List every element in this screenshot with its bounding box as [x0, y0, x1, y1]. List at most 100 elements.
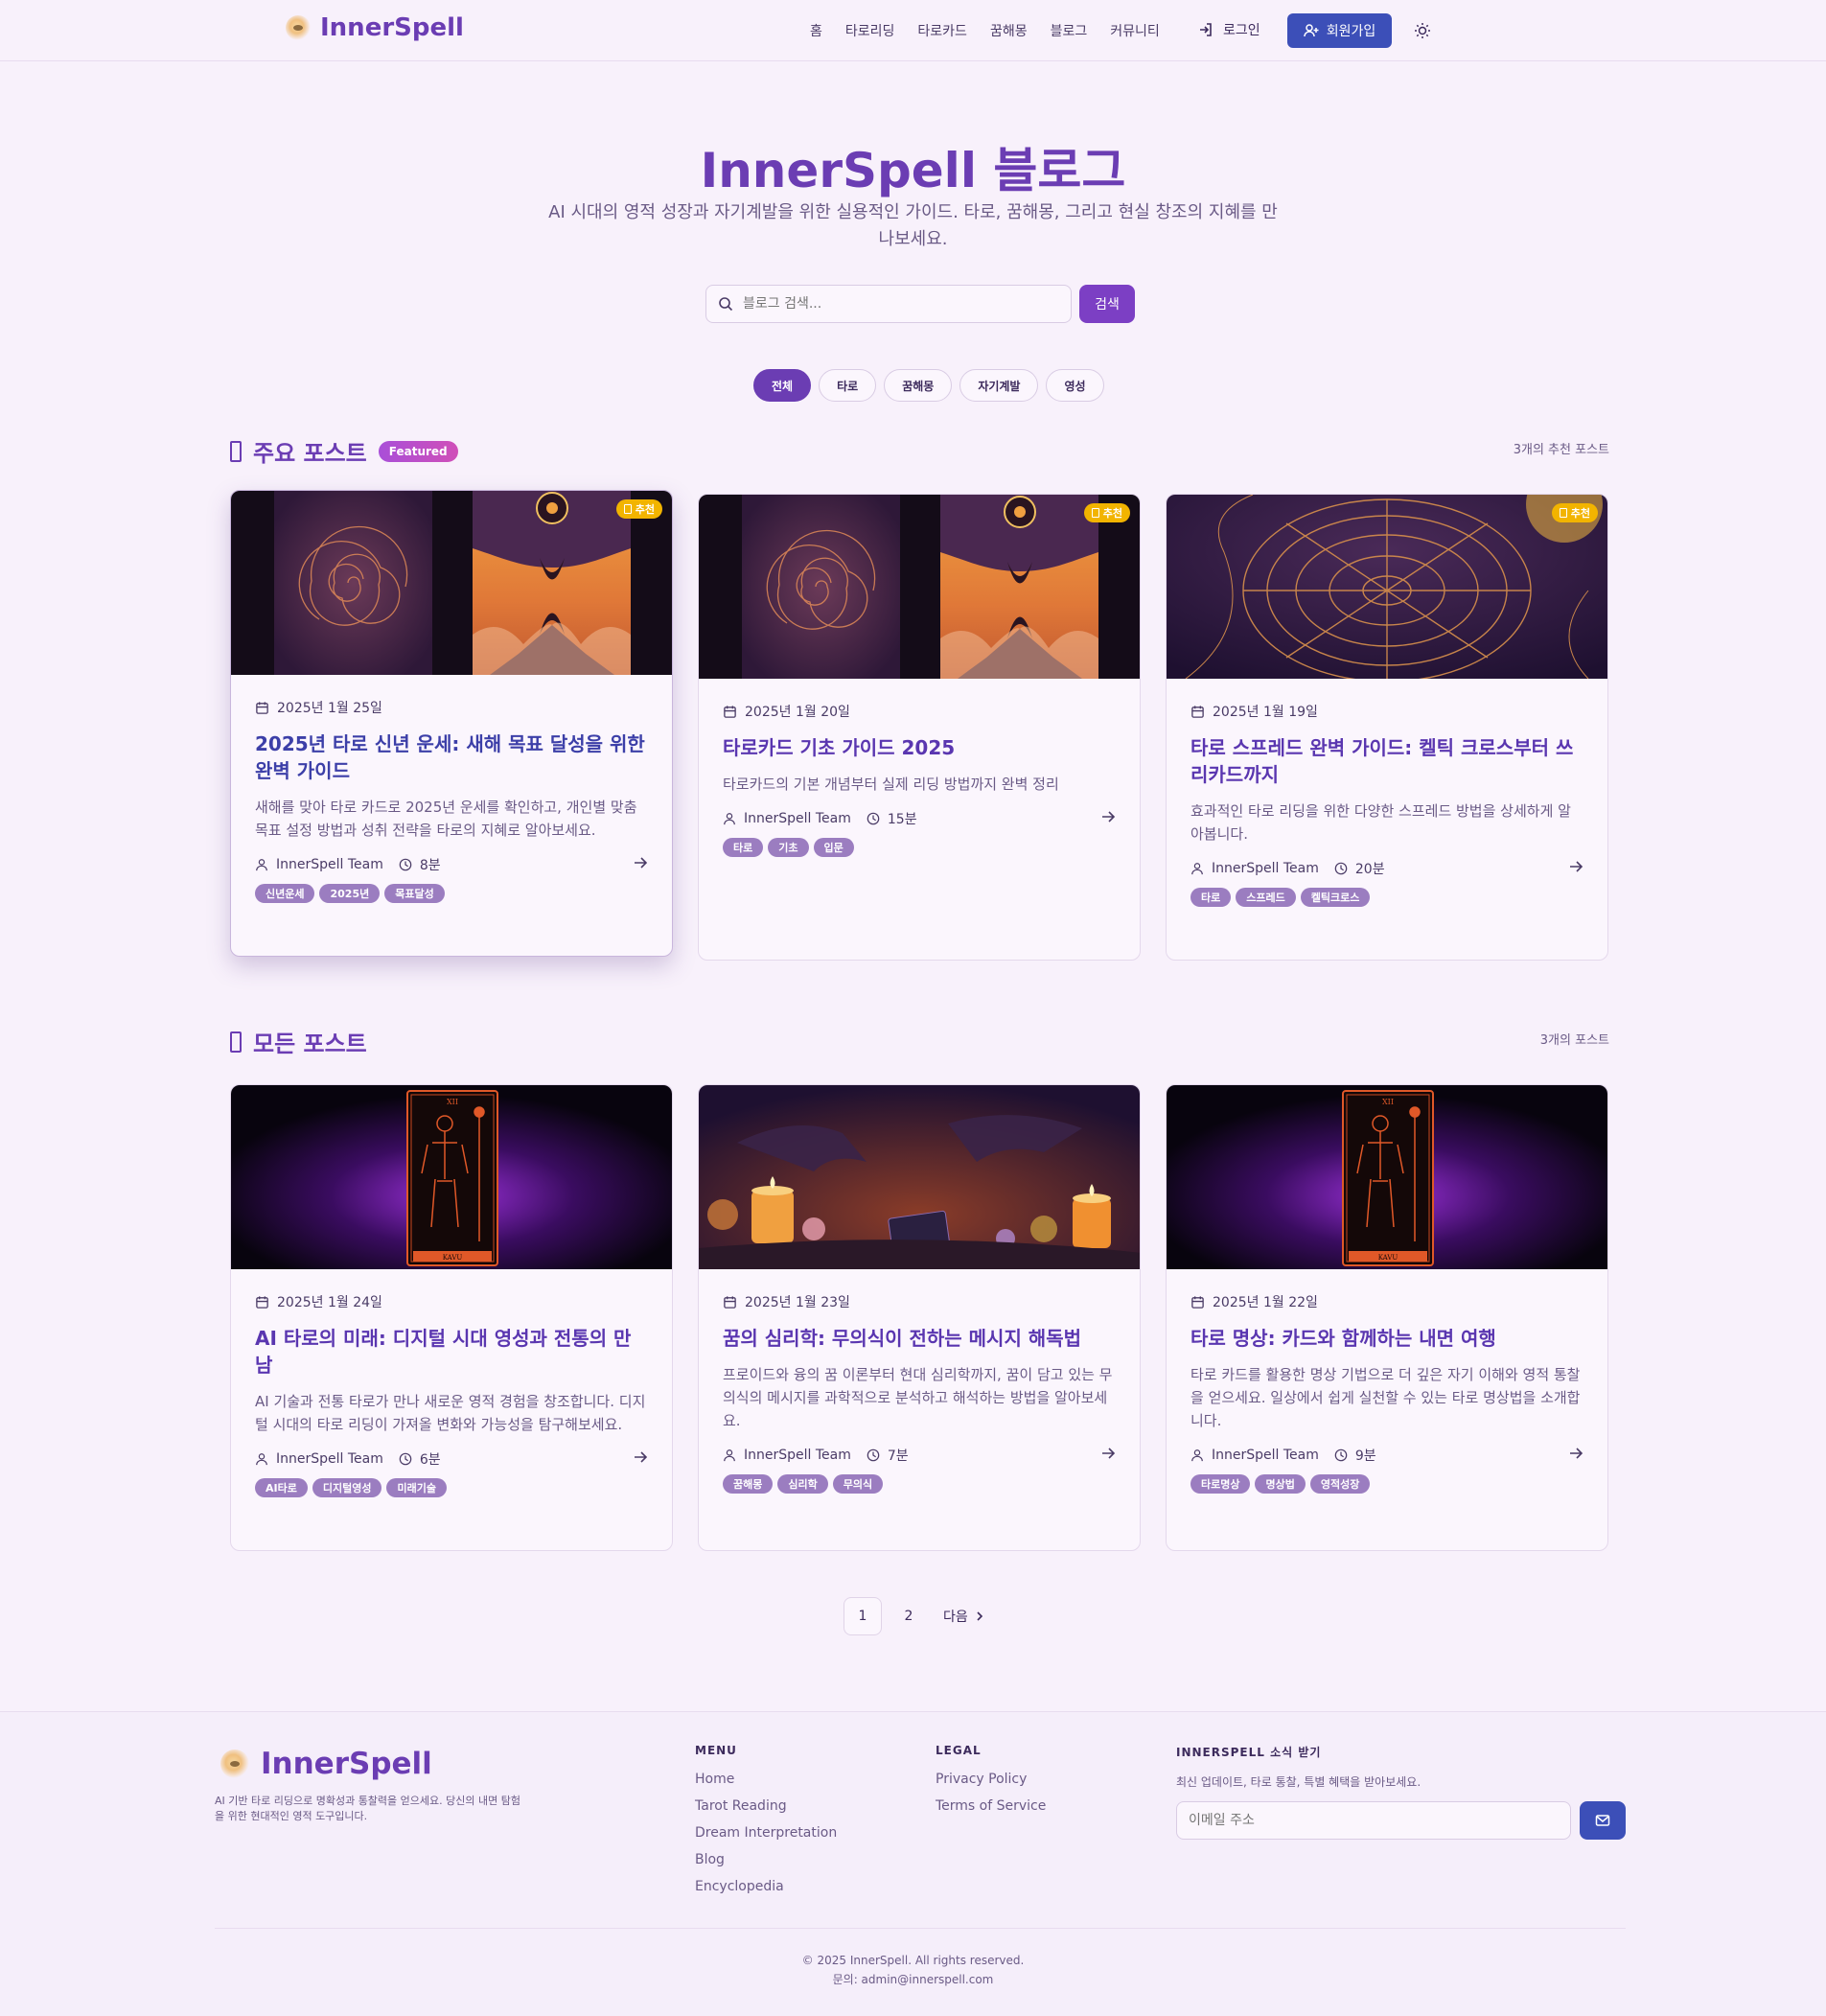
all-posts-section-header: 모든 포스트 [230, 1025, 367, 1058]
tag[interactable]: 입문 [813, 838, 854, 857]
page-2-button[interactable]: 2 [899, 1609, 918, 1624]
post-tags: 타로명상 명상법 영적성장 [1190, 1474, 1583, 1494]
next-page-button[interactable]: 다음 [943, 1607, 985, 1626]
footer-link-dream[interactable]: Dream Interpretation [695, 1824, 837, 1842]
post-title[interactable]: 타로 명상: 카드와 함께하는 내면 여행 [1190, 1325, 1583, 1352]
nav-tarot-reading[interactable]: 타로리딩 [845, 21, 895, 40]
tag[interactable]: 꿈해몽 [723, 1474, 774, 1494]
nav-blog[interactable]: 블로그 [1051, 21, 1088, 40]
filter-tarot[interactable]: 타로 [819, 369, 877, 402]
nav-tarot-cards[interactable]: 타로카드 [917, 21, 967, 40]
tag[interactable]: AI타로 [255, 1478, 308, 1497]
tag[interactable]: 영적성장 [1309, 1474, 1371, 1494]
clock-icon [867, 812, 880, 825]
clock-icon [399, 858, 412, 871]
all-posts-title: 모든 포스트 [253, 1031, 367, 1057]
nav-community[interactable]: 커뮤니티 [1110, 21, 1160, 40]
category-filters: 전체 타로 꿈해몽 자기계발 영성 [753, 369, 1104, 402]
filter-dream[interactable]: 꿈해몽 [884, 369, 953, 402]
nav-dream[interactable]: 꿈해몽 [990, 21, 1028, 40]
footer-link-tarot-reading[interactable]: Tarot Reading [695, 1797, 837, 1815]
post-description: 프로이드와 융의 꿈 이론부터 현대 심리학까지, 꿈이 담고 있는 무의식의 … [723, 1366, 1113, 1429]
footer-link-encyclopedia[interactable]: Encyclopedia [695, 1878, 837, 1895]
search-input[interactable] [743, 296, 1050, 312]
tag[interactable]: 기초 [768, 838, 809, 857]
tag[interactable]: 타로 [723, 838, 764, 857]
copyright-text: © 2025 InnerSpell. All rights reserved. [801, 1954, 1025, 1967]
email-input[interactable] [1189, 1813, 1553, 1828]
post-card-3[interactable]: XII KAVU 2025년 1월 22일 타로 명상: 카드와 함께하는 내면… [1166, 1084, 1608, 1551]
post-title[interactable]: 타로카드 기초 가이드 2025 [723, 734, 1116, 761]
post-tags: 꿈해몽 심리학 무의식 [723, 1474, 1116, 1494]
tag[interactable]: 신년운세 [255, 884, 315, 903]
tag[interactable]: 무의식 [832, 1474, 884, 1494]
footer-menu: MENU Home Tarot Reading Dream Interpreta… [695, 1744, 837, 1905]
post-author: InnerSpell Team [276, 857, 383, 872]
post-read-time: 7분 [887, 1448, 909, 1464]
tag[interactable]: 타로명상 [1190, 1474, 1251, 1494]
arrow-right-icon[interactable] [633, 1449, 648, 1465]
tag[interactable]: 명상법 [1255, 1474, 1306, 1494]
post-title[interactable]: AI 타로의 미래: 디지털 시대 영성과 전통의 만남 [255, 1325, 648, 1379]
search-button[interactable]: 검색 [1079, 285, 1135, 323]
tag[interactable]: 디지털영성 [312, 1478, 382, 1497]
featured-card-3[interactable]: 추천 2025년 1월 19일 타로 스프레드 완벽 가이드: 켈틱 크로스부터… [1166, 494, 1608, 961]
filter-self-development[interactable]: 자기계발 [959, 369, 1039, 402]
post-thumbnail: 추천 [699, 495, 1140, 679]
tag[interactable]: 타로 [1190, 888, 1232, 907]
footer-link-home[interactable]: Home [695, 1771, 837, 1788]
subscribe-button[interactable] [1580, 1801, 1626, 1840]
mail-icon [1595, 1815, 1610, 1826]
tag[interactable]: 스프레드 [1236, 888, 1296, 907]
tag[interactable]: 목표달성 [384, 884, 445, 903]
user-icon [1191, 863, 1203, 875]
signup-button[interactable]: 회원가입 [1287, 13, 1392, 48]
missing-glyph-icon [1559, 508, 1567, 518]
tag[interactable]: 심리학 [777, 1474, 828, 1494]
footer-brand-name: InnerSpell [261, 1747, 432, 1781]
footer-legal-title: LEGAL [936, 1744, 982, 1757]
post-title[interactable]: 2025년 타로 신년 운세: 새해 목표 달성을 위한 완벽 가이드 [255, 730, 648, 784]
filter-spirituality[interactable]: 영성 [1046, 369, 1104, 402]
featured-card-2[interactable]: 추천 2025년 1월 20일 타로카드 기초 가이드 2025 타로카드의 기… [698, 494, 1141, 961]
post-title[interactable]: 타로 스프레드 완벽 가이드: 켈틱 크로스부터 쓰리카드까지 [1190, 734, 1583, 788]
tag[interactable]: 2025년 [319, 884, 381, 903]
tarot-card-image: XII KAVU [231, 1085, 672, 1269]
brand-logo[interactable]: InnerSpell [286, 13, 464, 42]
arrow-right-icon[interactable] [633, 855, 648, 870]
tag[interactable]: 켈틱크로스 [1300, 888, 1371, 907]
page-1-button[interactable]: 1 [844, 1597, 882, 1635]
candles-tarot-image [699, 1085, 1140, 1269]
calendar-icon [1191, 1295, 1204, 1309]
footer-brand-logo[interactable]: InnerSpell [220, 1747, 432, 1781]
footer-link-privacy[interactable]: Privacy Policy [936, 1771, 1046, 1788]
post-read-time: 8분 [419, 858, 441, 873]
nav-home[interactable]: 홈 [810, 21, 822, 40]
footer-link-terms[interactable]: Terms of Service [936, 1797, 1046, 1815]
calendar-icon [1191, 705, 1204, 718]
login-label: 로그인 [1223, 23, 1260, 38]
arrow-right-icon[interactable] [1100, 1446, 1116, 1461]
post-author: InnerSpell Team [744, 1448, 851, 1463]
tarot-vortex-image [699, 495, 1140, 679]
post-title[interactable]: 꿈의 심리학: 무의식이 전하는 메시지 해독법 [723, 1325, 1116, 1352]
arrow-right-icon[interactable] [1100, 809, 1116, 824]
sun-icon[interactable] [1413, 21, 1432, 40]
svg-text:KAVU: KAVU [443, 1254, 463, 1262]
footer-link-blog[interactable]: Blog [695, 1851, 837, 1868]
top-header: InnerSpell 홈 타로리딩 타로카드 꿈해몽 블로그 커뮤니티 로그인 … [0, 0, 1826, 61]
contact-email[interactable]: 문의: admin@innerspell.com [0, 1970, 1826, 1989]
featured-section-header: 주요 포스트 Featured [230, 434, 458, 468]
post-date: 2025년 1월 19일 [1213, 705, 1318, 720]
arrow-right-icon[interactable] [1568, 859, 1583, 874]
post-card-2[interactable]: 2025년 1월 23일 꿈의 심리학: 무의식이 전하는 메시지 해독법 프로… [698, 1084, 1141, 1551]
user-icon [256, 1453, 267, 1466]
arrow-right-icon[interactable] [1568, 1446, 1583, 1461]
post-tags: 타로 스프레드 켈틱크로스 [1190, 888, 1583, 907]
tag[interactable]: 미래기술 [386, 1478, 447, 1497]
login-button[interactable]: 로그인 [1198, 20, 1260, 39]
featured-card-1[interactable]: 추천 2025년 1월 25일 2025년 타로 신년 운세: 새해 목표 달성… [230, 490, 673, 957]
page-title: InnerSpell 블로그 [700, 143, 1126, 198]
filter-all[interactable]: 전체 [753, 369, 812, 402]
post-card-1[interactable]: XII KAVU 2025년 1월 24일 AI 타로의 미래: 디지털 시대 … [230, 1084, 673, 1551]
